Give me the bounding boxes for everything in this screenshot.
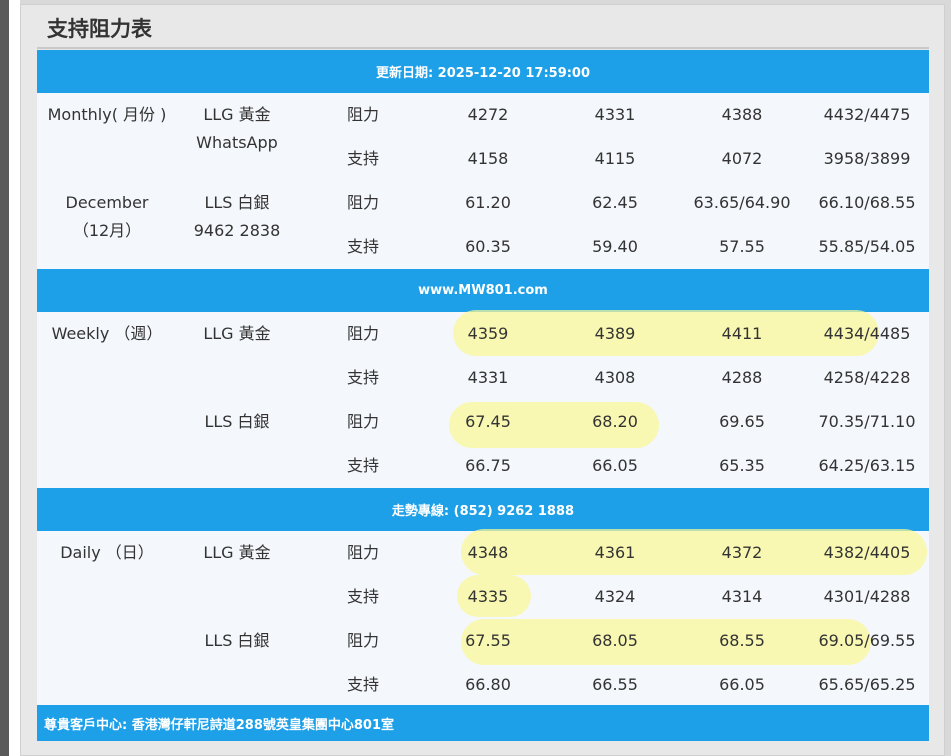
level-3: 69.65	[719, 412, 765, 431]
level-2: 4308	[594, 368, 636, 387]
level-2: 68.05	[592, 631, 638, 650]
table-row: 阻力 4272 4331 4388 4432/4475	[37, 93, 929, 137]
level-3: 57.55	[719, 237, 765, 256]
level-1: 4158	[467, 149, 509, 168]
level-1: 60.35	[465, 237, 511, 256]
table-row: 阻力 61.20 62.45 63.65/64.90 66.10/68.55	[37, 181, 929, 225]
level-1: 67.55	[465, 631, 511, 650]
level-4: 4434/4485	[823, 324, 911, 343]
level-2: 59.40	[592, 237, 638, 256]
row-type: 阻力	[346, 324, 379, 343]
website-banner: www.MW801.com	[37, 269, 929, 312]
table-row: 阻力 67.55 68.05 68.55 69.05/69.55	[37, 619, 929, 663]
table-row: 支持 4158 4115 4072 3958/3899	[37, 137, 929, 181]
level-3: 4314	[721, 587, 763, 606]
level-1: 66.75	[465, 456, 511, 475]
row-type: 阻力	[346, 193, 379, 212]
monthly-section: Monthly( 月份 ) December （12月） LLG 黃金 What…	[37, 93, 929, 269]
level-3: 4388	[721, 105, 763, 124]
row-type: 阻力	[346, 412, 379, 431]
level-3: 66.05	[719, 675, 765, 694]
level-3: 4411	[721, 324, 763, 343]
level-1: 61.20	[465, 193, 511, 212]
table-row: 支持 4331 4308 4288 4258/4228	[37, 356, 929, 400]
level-1: 4272	[467, 105, 509, 124]
daily-section: Daily （日） LLG 黃金 LLS 白銀 阻力 4348 4361 437…	[37, 529, 929, 707]
hotline-text: 走勢專線: (852) 9262 1888	[391, 504, 575, 519]
level-4: 4258/4228	[823, 368, 911, 387]
row-type: 阻力	[346, 631, 379, 650]
table-row: 支持 4335 4324 4314 4301/4288	[37, 575, 929, 619]
weekly-section: Weekly （週） LLG 黃金 LLS 白銀 阻力 4359 4389 44…	[37, 310, 929, 488]
level-2: 66.55	[592, 675, 638, 694]
table-row: 支持 66.75 66.05 65.35 64.25/63.15	[37, 444, 929, 488]
level-2: 62.45	[592, 193, 638, 212]
level-1: 67.45	[465, 412, 511, 431]
table-row: 支持 60.35 59.40 57.55 55.85/54.05	[37, 225, 929, 269]
website-link[interactable]: www.MW801.com	[418, 283, 548, 298]
level-1: 4348	[467, 543, 509, 562]
level-2: 66.05	[592, 456, 638, 475]
updated-date-text: 更新日期: 2025-12-20 17:59:00	[375, 66, 591, 81]
row-type: 支持	[346, 237, 379, 256]
table-row: 阻力 4348 4361 4372 4382/4405	[37, 531, 929, 575]
window-left-strip	[9, 0, 20, 756]
table-row: 支持 66.80 66.55 66.05 65.65/65.25	[37, 663, 929, 707]
level-2: 68.20	[592, 412, 638, 431]
level-3: 4372	[721, 543, 763, 562]
row-type: 阻力	[346, 105, 379, 124]
level-1: 66.80	[465, 675, 511, 694]
level-3: 4072	[721, 149, 763, 168]
updated-date-banner: 更新日期: 2025-12-20 17:59:00	[37, 50, 929, 93]
level-2: 4389	[594, 324, 636, 343]
row-type: 阻力	[346, 543, 379, 562]
hotline-banner: 走勢專線: (852) 9262 1888	[37, 488, 929, 531]
row-type: 支持	[346, 456, 379, 475]
row-type: 支持	[346, 587, 379, 606]
level-3: 65.35	[719, 456, 765, 475]
table-row: 阻力 4359 4389 4411 4434/4485	[37, 312, 929, 356]
row-type: 支持	[346, 149, 379, 168]
level-4: 64.25/63.15	[818, 456, 916, 475]
level-3: 68.55	[719, 631, 765, 650]
page-title: 支持阻力表	[47, 17, 152, 41]
level-4: 65.65/65.25	[818, 675, 916, 694]
level-4: 4432/4475	[823, 105, 911, 124]
level-1: 4331	[467, 368, 509, 387]
level-3: 63.65/64.90	[693, 193, 791, 212]
level-2: 4331	[594, 105, 636, 124]
level-4: 4301/4288	[823, 587, 911, 606]
row-type: 支持	[346, 675, 379, 694]
level-2: 4361	[594, 543, 636, 562]
level-4: 3958/3899	[823, 149, 911, 168]
table-row: 阻力 67.45 68.20 69.65 70.35/71.10	[37, 400, 929, 444]
level-4: 4382/4405	[823, 543, 911, 562]
level-2: 4115	[594, 149, 636, 168]
level-1: 4335	[467, 587, 509, 606]
level-3: 4288	[721, 368, 763, 387]
level-4: 66.10/68.55	[818, 193, 916, 212]
level-2: 4324	[594, 587, 636, 606]
level-1: 4359	[467, 324, 509, 343]
address-banner: 尊貴客戶中心: 香港灣仔軒尼詩道288號英皇集團中心801室	[37, 705, 929, 741]
title-divider	[37, 47, 929, 49]
level-4: 55.85/54.05	[818, 237, 916, 256]
window-left-edge	[0, 0, 9, 756]
level-4: 69.05/69.55	[818, 631, 916, 650]
level-4: 70.35/71.10	[818, 412, 916, 431]
row-type: 支持	[346, 368, 379, 387]
address-text: 尊貴客戶中心: 香港灣仔軒尼詩道288號英皇集團中心801室	[44, 717, 394, 733]
